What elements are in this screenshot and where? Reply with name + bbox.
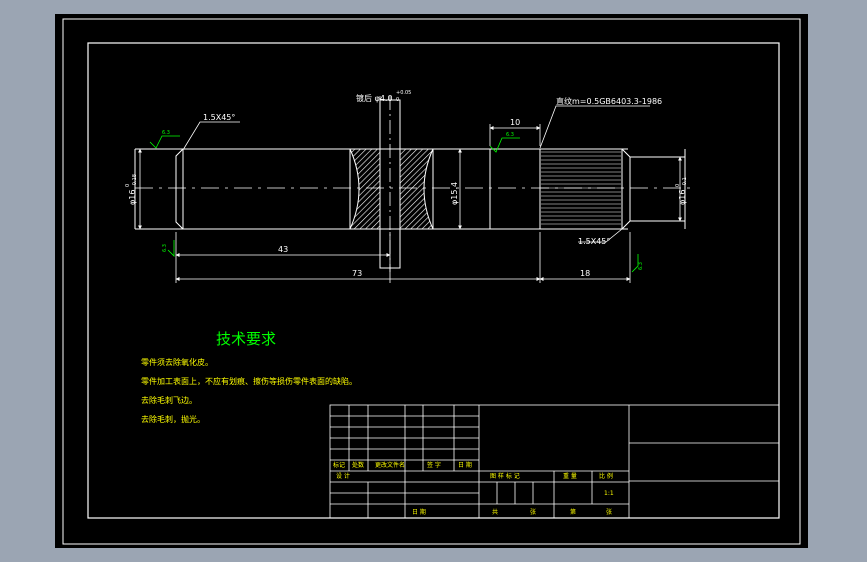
tb-date: 日 期 xyxy=(458,461,472,469)
tb-marks: 标记 xyxy=(333,461,345,469)
length-18-label: 18 xyxy=(580,269,590,278)
dia-mid-label: φ15.4 xyxy=(450,182,459,205)
groove-tol-lower: 0 xyxy=(396,97,399,103)
dia-left-label: φ16 xyxy=(128,190,137,205)
tb-no: 第 xyxy=(570,508,576,516)
chamfer-left-label: 1.5X45° xyxy=(203,113,235,122)
roughness-1: 6.3 xyxy=(162,130,170,136)
tb-date-label: 日 期 xyxy=(412,508,426,516)
dia-left-tol-upper: 0 xyxy=(125,184,131,187)
chamfer-right-label: 1.5X45° xyxy=(578,237,610,246)
tb-sheet2: 张 xyxy=(606,508,612,516)
dia-right-label: φ16 xyxy=(678,190,687,205)
notes-item-3: 去除毛刺飞边。 xyxy=(141,395,197,405)
length-73-label: 73 xyxy=(352,269,362,278)
tb-weight: 重 量 xyxy=(563,472,577,480)
tb-scale: 比 例 xyxy=(599,472,613,480)
spline-length-label: 10 xyxy=(510,118,520,127)
roughness-3: 6.3 xyxy=(162,244,168,252)
groove-label: 镀后 φ4.0 xyxy=(356,93,393,103)
tb-design: 设 计 xyxy=(336,472,350,480)
tb-count: 处数 xyxy=(352,461,364,469)
roughness-2: 6.3 xyxy=(506,132,514,138)
tb-sign: 签 字 xyxy=(427,461,441,469)
tb-scale-value: 1:1 xyxy=(604,490,614,497)
cad-drawing-viewport: 1.5X45° 1.5X45° 镀后 φ4.0 +0.05 0 直纹m=0.5G… xyxy=(55,14,808,548)
dia-right-tol-upper: 0 xyxy=(675,184,681,187)
groove-tol-upper: +0.05 xyxy=(396,90,411,96)
notes-title: 技术要求 xyxy=(216,330,276,348)
notes-item-2: 零件加工表面上，不应有划痕、擦伤等损伤零件表面的缺陷。 xyxy=(141,376,357,386)
tb-doc: 更改文件名 xyxy=(375,461,405,469)
notes-item-4: 去除毛刺，抛光。 xyxy=(141,414,205,424)
tb-sheet: 张 xyxy=(530,508,536,516)
tb-total: 共 xyxy=(492,508,498,516)
roughness-4: 6.3 xyxy=(638,262,644,270)
dia-right-tol-lower: -0.1 xyxy=(682,177,688,187)
tb-stage: 图 样 标 记 xyxy=(490,472,520,480)
dia-left-tol-lower: -0.18 xyxy=(132,174,138,187)
length-43-label: 43 xyxy=(278,245,288,254)
spline-label: 直纹m=0.5GB6403.3-1986 xyxy=(556,96,662,106)
notes-item-1: 零件须去除氧化皮。 xyxy=(141,357,213,367)
